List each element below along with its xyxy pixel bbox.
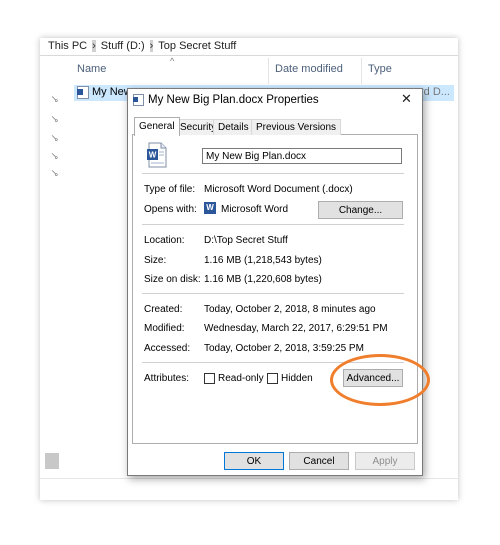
dialog-title: My New Big Plan.docx Properties [148,94,319,106]
size-value: 1.16 MB (1,218,543 bytes) [204,255,322,266]
sort-caret-icon: ^ [170,56,175,66]
location-value: D:\Top Secret Stuff [204,235,288,246]
breadcrumb-this-pc[interactable]: This PC [48,40,87,52]
divider [142,362,404,363]
created-value: Today, October 2, 2018, 8 minutes ago [204,304,376,315]
svg-text:W: W [149,151,157,160]
close-icon[interactable]: ✕ [401,91,412,107]
column-header-name[interactable]: Name [77,63,106,75]
scrollbar-stub [45,453,59,469]
file-row-type: rd D... [420,86,450,98]
tab-general[interactable]: General [134,117,180,136]
chevron-right-icon: › [92,40,96,52]
divider [40,55,458,56]
file-row-name: My New [92,86,132,98]
breadcrumb-stuff-drive[interactable]: Stuff (D:) [101,40,145,52]
breadcrumb-top-secret-stuff[interactable]: Top Secret Stuff [158,40,236,52]
word-document-icon: W [147,142,167,168]
read-only-label[interactable]: Read-only [218,373,264,384]
created-label: Created: [144,304,183,315]
size-on-disk-label: Size on disk: [144,274,201,285]
column-divider[interactable] [268,58,269,84]
word-file-icon [133,94,144,106]
change-button[interactable]: Change... [318,201,403,219]
accessed-value: Today, October 2, 2018, 3:59:25 PM [204,343,364,354]
size-on-disk-value: 1.16 MB (1,220,608 bytes) [204,274,322,285]
breadcrumb[interactable]: This PC › Stuff (D:) › Top Secret Stuff [48,37,236,55]
word-app-icon: W [204,202,216,214]
chevron-right-icon: › [149,40,154,52]
apply-button[interactable]: Apply [355,452,415,470]
tab-previous-versions[interactable]: Previous Versions [251,119,342,135]
column-header-date-modified[interactable]: Date modified [275,63,343,75]
hidden-label[interactable]: Hidden [281,373,313,384]
divider [142,293,404,294]
modified-value: Wednesday, March 22, 2017, 6:29:51 PM [204,323,388,334]
column-header-type[interactable]: Type [368,63,392,75]
opens-with-label: Opens with: [144,204,197,215]
general-tab-panel [132,134,418,444]
opens-with-value: Microsoft Word [221,204,289,215]
filename-field[interactable]: My New Big Plan.docx [202,148,402,164]
divider [142,173,404,174]
read-only-checkbox[interactable] [204,373,215,384]
size-label: Size: [144,255,167,266]
column-divider[interactable] [361,58,362,84]
modified-label: Modified: [144,323,185,334]
accessed-label: Accessed: [144,343,191,354]
attributes-label: Attributes: [144,373,190,384]
type-of-file-label: Type of file: [144,184,196,195]
type-of-file-value: Microsoft Word Document (.docx) [204,184,353,195]
divider [142,224,404,225]
word-file-icon [77,86,89,99]
location-label: Location: [144,235,185,246]
ok-button[interactable]: OK [224,452,284,470]
advanced-button[interactable]: Advanced... [343,369,403,387]
cancel-button[interactable]: Cancel [289,452,349,470]
hidden-checkbox[interactable] [267,373,278,384]
divider [40,478,458,479]
tab-details[interactable]: Details [213,119,254,135]
